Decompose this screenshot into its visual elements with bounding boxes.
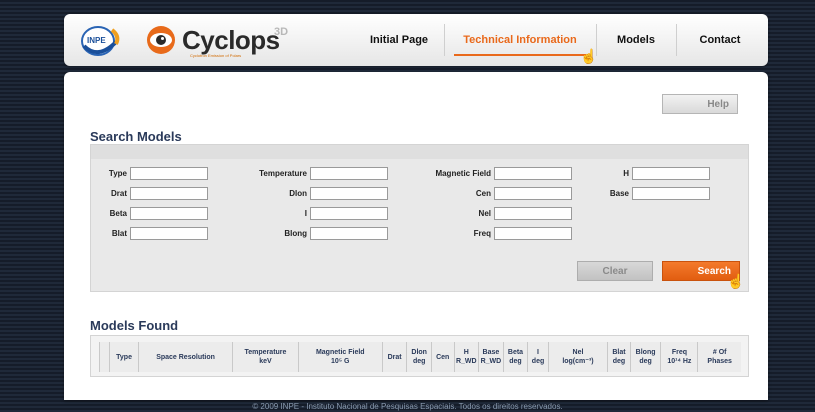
help-button[interactable]: Help — [662, 94, 738, 114]
col-header-type[interactable]: Type — [109, 342, 139, 372]
nav-item-contact[interactable]: Contact — [676, 34, 764, 46]
cyclops-tagline: Cyclotron Emission of Polars — [190, 53, 242, 58]
hand-cursor-icon: ☝ — [727, 273, 745, 289]
col-header-h[interactable]: H R_WD — [453, 342, 479, 372]
inpe-logo[interactable]: INPE — [78, 22, 124, 58]
col-header-i[interactable]: Ideg — [527, 342, 549, 372]
cyclops-wordmark: Cyclops — [182, 25, 280, 55]
cyclops-3d-superscript: 3D — [274, 26, 289, 38]
site-header: INPE Cyclops 3D Cyclotron Emission of Po… — [64, 14, 768, 66]
search-models-title: Search Models — [90, 129, 182, 144]
nel-label: Nel — [478, 209, 491, 218]
col-header-beta[interactable]: Beta deg — [502, 342, 528, 372]
col-header-space-resolution[interactable]: Space Resolution — [137, 342, 233, 372]
base-label: Base — [609, 189, 629, 198]
h-input[interactable] — [632, 167, 710, 180]
blong-input[interactable] — [310, 227, 388, 240]
col-header-blat[interactable]: Blat deg — [607, 342, 631, 372]
col-header-phases[interactable]: # Of Phases — [697, 342, 741, 372]
freq-label: Freq — [473, 229, 491, 238]
col-header-dlon[interactable]: Dlon deg — [406, 342, 432, 372]
col-header-cen[interactable]: Cen — [430, 342, 454, 372]
drat-label: Drat — [110, 189, 127, 198]
eye-logo-icon — [147, 26, 175, 54]
col-header-blong[interactable]: Blong deg — [629, 342, 661, 372]
col-header-magnetic-field[interactable]: Magnetic Field 10⁵ G — [297, 342, 383, 372]
clear-button[interactable]: Clear — [577, 261, 653, 281]
active-tab-indicator — [454, 54, 586, 56]
base-input[interactable] — [632, 187, 710, 200]
i-label: I — [304, 209, 307, 218]
col-header-drat[interactable]: Drat — [381, 342, 407, 372]
nav-item-initial-page[interactable]: Initial Page — [354, 34, 444, 46]
blong-label: Blong — [284, 229, 307, 238]
col-header-base[interactable]: Base R_WD — [478, 342, 504, 372]
magnetic-field-label: Magnetic Field — [435, 169, 491, 178]
dlon-label: Dlon — [289, 189, 307, 198]
temperature-label: Temperature — [259, 169, 307, 178]
panel-header-band — [91, 145, 748, 159]
cen-input[interactable] — [494, 187, 572, 200]
beta-input[interactable] — [130, 207, 208, 220]
dlon-input[interactable] — [310, 187, 388, 200]
col-header-freq[interactable]: Freq 10¹⁴ Hz — [660, 342, 698, 372]
main-content: Help Search Models Type Drat Beta Blat T… — [64, 72, 768, 400]
cen-label: Cen — [475, 189, 491, 198]
col-header-nel[interactable]: Nel log(cm⁻³) — [547, 342, 608, 372]
page-wrapper: INPE Cyclops 3D Cyclotron Emission of Po… — [64, 14, 768, 400]
nav-item-technical-information[interactable]: Technical Information — [444, 34, 596, 46]
drat-input[interactable] — [130, 187, 208, 200]
beta-label: Beta — [109, 209, 127, 218]
table-header-row: Type Space Resolution Temperature keV Mag… — [98, 342, 741, 372]
h-label: H — [623, 169, 629, 178]
blat-label: Blat — [111, 229, 127, 238]
i-input[interactable] — [310, 207, 388, 220]
freq-input[interactable] — [494, 227, 572, 240]
footer-copyright: © 2009 INPE - Instituto Nacional de Pesq… — [252, 402, 563, 411]
nel-input[interactable] — [494, 207, 572, 220]
type-label: Type — [108, 169, 127, 178]
models-found-title: Models Found — [90, 318, 179, 333]
search-panel: Type Drat Beta Blat Temperature Dlon I B… — [90, 144, 749, 292]
hand-cursor-icon: ☝ — [580, 48, 598, 64]
temperature-input[interactable] — [310, 167, 388, 180]
type-input[interactable] — [130, 167, 208, 180]
nav-item-models[interactable]: Models — [596, 34, 676, 46]
col-header-temperature[interactable]: Temperature keV — [232, 342, 299, 372]
results-panel: Type Space Resolution Temperature keV Mag… — [90, 335, 749, 377]
svg-text:INPE: INPE — [87, 36, 106, 45]
cyclops-logo[interactable]: Cyclops 3D Cyclotron Emission of Polars — [146, 23, 296, 59]
results-table: Type Space Resolution Temperature keV Mag… — [98, 342, 741, 372]
blat-input[interactable] — [130, 227, 208, 240]
table-header-spacer — [98, 342, 110, 372]
magnetic-field-input[interactable] — [494, 167, 572, 180]
